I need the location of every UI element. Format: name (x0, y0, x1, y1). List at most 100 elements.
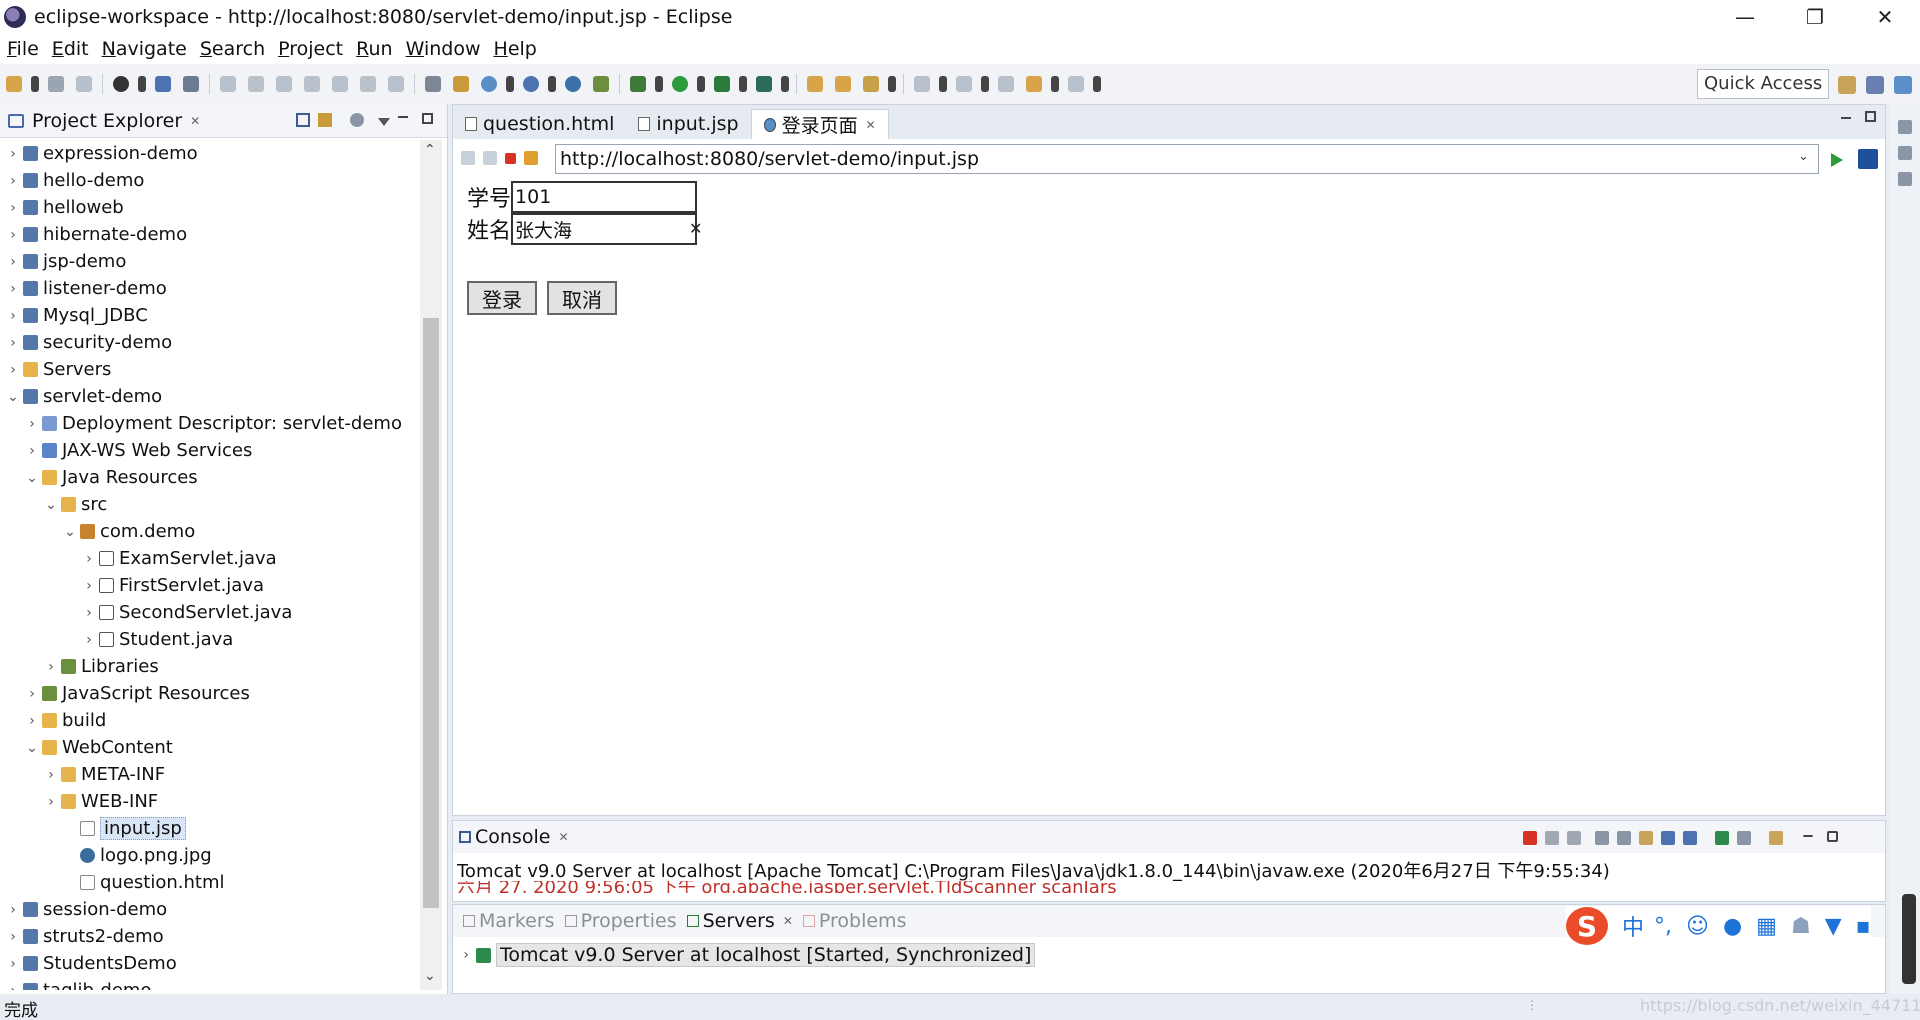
clear-input-icon[interactable]: ✕ (689, 219, 702, 238)
external-tools-icon[interactable] (756, 76, 772, 92)
tree-item[interactable]: question.html (0, 869, 225, 896)
link-with-editor-icon[interactable] (318, 113, 332, 127)
tree-item[interactable]: › JavaScript Resources (0, 680, 250, 707)
expand-chevron-icon[interactable]: › (6, 200, 20, 216)
user-icon[interactable]: ☗ (1791, 914, 1811, 939)
new-icon[interactable] (6, 76, 22, 92)
expand-chevron-icon[interactable]: ⌄ (25, 740, 39, 756)
scroll-down-icon[interactable]: ⌄ (424, 968, 436, 984)
expand-chevron-icon[interactable]: ⌄ (63, 524, 77, 540)
debug-perspective-icon[interactable] (1894, 76, 1912, 94)
maximize-view-icon[interactable] (422, 113, 433, 124)
open-folder-icon[interactable] (807, 76, 823, 92)
skin-icon[interactable]: ▼ (1825, 914, 1842, 939)
remove-all-icon[interactable] (1567, 831, 1581, 845)
expand-chevron-icon[interactable]: › (25, 443, 39, 459)
display-console-icon[interactable] (1737, 831, 1751, 845)
sogou-logo-icon[interactable]: S (1566, 907, 1608, 945)
java-ee-perspective-icon[interactable] (1866, 76, 1884, 94)
suspend-icon[interactable] (248, 76, 264, 92)
pen-icon[interactable] (863, 76, 879, 92)
go-icon[interactable] (1831, 153, 1843, 167)
project-explorer-close-button[interactable]: ✕ (190, 114, 200, 128)
maximize-editor-icon[interactable] (1865, 111, 1876, 122)
ime-mode-toggle[interactable]: 中 (1622, 910, 1644, 942)
minimize-button[interactable]: — (1710, 0, 1780, 34)
expand-chevron-icon[interactable]: › (6, 173, 20, 189)
tree-item[interactable]: ⌄ WebContent (0, 734, 173, 761)
dropdown-arrow-icon[interactable] (981, 76, 989, 92)
new-web-project-icon[interactable] (481, 76, 497, 92)
tree-item[interactable]: ⌄ src (0, 491, 107, 518)
tree-item[interactable]: › ExamServlet.java (0, 545, 277, 572)
student-id-input[interactable] (511, 181, 698, 213)
browser-icon[interactable] (565, 76, 581, 92)
expand-chevron-icon[interactable]: › (6, 956, 20, 972)
expand-chevron-icon[interactable]: › (25, 686, 39, 702)
expand-chevron-icon[interactable]: › (44, 659, 58, 675)
menu-run[interactable]: Run (356, 38, 392, 60)
minimize-view-icon[interactable] (1803, 835, 1813, 837)
expand-chevron-icon[interactable]: › (6, 227, 20, 243)
task-list-icon[interactable] (1898, 172, 1912, 186)
tab-login-page[interactable]: 登录页面 ✕ (750, 109, 889, 139)
tree-item[interactable]: › taglib-demo (0, 977, 151, 990)
tree-item[interactable]: › build (0, 707, 106, 734)
tree-item[interactable]: › StudentsDemo (0, 950, 177, 977)
scroll-up-icon[interactable]: ⌃ (424, 142, 436, 158)
tree-item[interactable]: › SecondServlet.java (0, 599, 292, 626)
skip-breakpoints-icon[interactable] (183, 76, 199, 92)
refresh-icon[interactable] (524, 151, 538, 165)
restore-button[interactable]: ❐ (1780, 0, 1850, 34)
dropdown-arrow-icon[interactable] (739, 76, 747, 92)
tab-input-jsp[interactable]: input.jsp (626, 109, 750, 139)
tree-item[interactable]: › security-demo (0, 329, 172, 356)
url-input[interactable] (555, 144, 1819, 174)
dropdown-arrow-icon[interactable] (138, 76, 146, 92)
expand-chevron-icon[interactable]: › (6, 335, 20, 351)
step-into-icon[interactable] (332, 76, 348, 92)
tree-item[interactable]: › META-INF (0, 761, 165, 788)
word-wrap-icon[interactable] (1639, 831, 1653, 845)
tree-item[interactable]: › JAX-WS Web Services (0, 437, 252, 464)
open-console-icon[interactable] (1769, 831, 1783, 845)
tree-item[interactable]: logo.png.jpg (0, 842, 212, 869)
collapse-all-icon[interactable] (296, 113, 310, 127)
tab-servers[interactable]: Servers ✕ (686, 910, 793, 932)
last-edit-icon[interactable] (998, 76, 1014, 92)
forward-icon[interactable] (1068, 76, 1084, 92)
tree-item[interactable]: › hello-demo (0, 167, 144, 194)
save-icon[interactable] (48, 76, 64, 92)
expand-chevron-icon[interactable]: ⌄ (44, 497, 58, 513)
terminate-icon[interactable] (276, 76, 292, 92)
menu-help[interactable]: Help (494, 38, 537, 60)
tree-item[interactable]: › hibernate-demo (0, 221, 187, 248)
tree-item[interactable]: › Libraries (0, 653, 159, 680)
expand-chevron-icon[interactable]: ⌄ (6, 389, 20, 405)
step-return-icon[interactable] (388, 76, 404, 92)
tree-item[interactable]: › jsp-demo (0, 248, 126, 275)
tree-item[interactable]: input.jsp (0, 815, 186, 842)
expand-chevron-icon[interactable]: ⌄ (25, 470, 39, 486)
view-filters-icon[interactable] (350, 113, 364, 127)
dropdown-arrow-icon[interactable] (697, 76, 705, 92)
tree-item[interactable]: ⌄ servlet-demo (0, 383, 162, 410)
menu-navigate[interactable]: Navigate (102, 38, 187, 60)
dropdown-arrow-icon[interactable] (506, 76, 514, 92)
new-class-icon[interactable] (523, 76, 539, 92)
expand-chevron-icon[interactable]: › (6, 902, 20, 918)
console-close-button[interactable]: ✕ (558, 830, 568, 844)
debug-icon[interactable] (630, 76, 646, 92)
new-server-icon[interactable] (453, 76, 469, 92)
show-stderr-icon[interactable] (1683, 831, 1697, 845)
dropdown-arrow-icon[interactable] (888, 76, 896, 92)
expand-chevron-icon[interactable]: › (25, 713, 39, 729)
tree-item[interactable]: › listener-demo (0, 275, 167, 302)
menu-project[interactable]: Project (278, 38, 343, 60)
expand-chevron-icon[interactable]: › (44, 794, 58, 810)
tree-item[interactable]: › session-demo (0, 896, 167, 923)
menu-edit[interactable]: Edit (52, 38, 89, 60)
servers-close-button[interactable]: ✕ (783, 914, 793, 928)
expand-chevron-icon[interactable]: › (459, 947, 473, 963)
terminal-icon[interactable] (155, 76, 171, 92)
